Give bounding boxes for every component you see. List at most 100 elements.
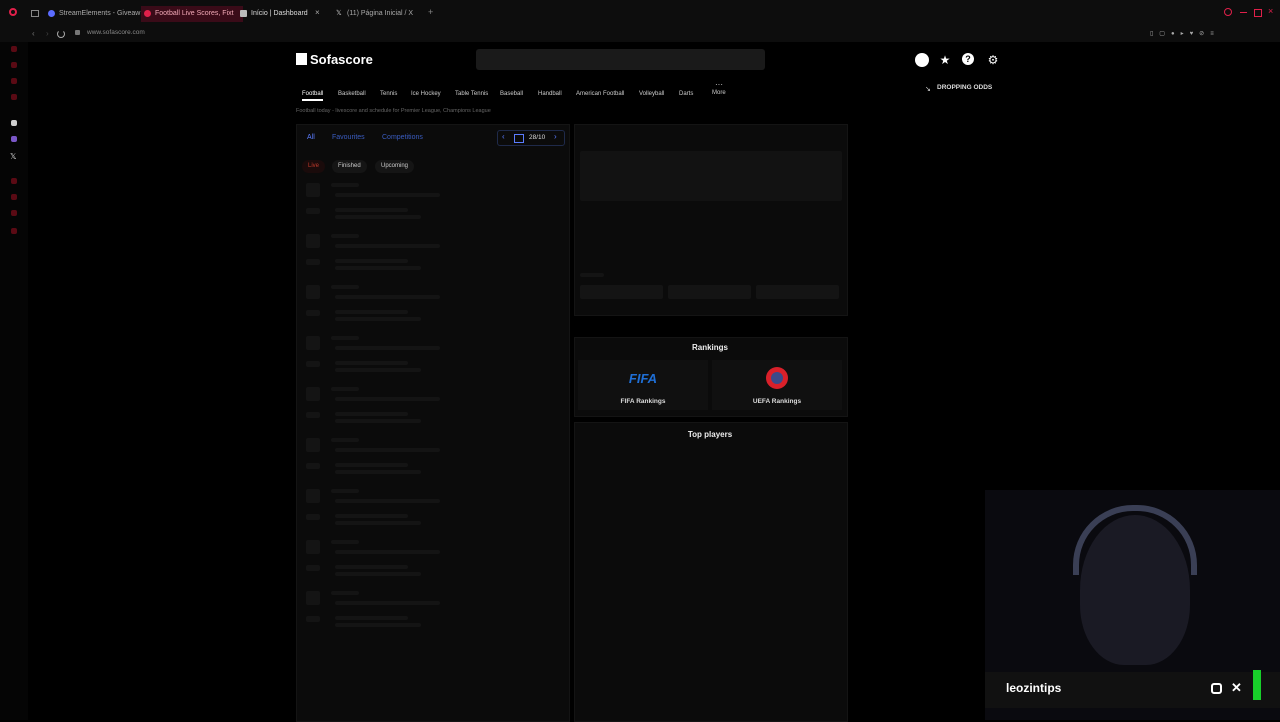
sidebar-twitch-icon[interactable] — [11, 136, 17, 142]
minimize-icon[interactable] — [1240, 12, 1247, 13]
nav-more[interactable]: More — [712, 90, 726, 96]
sofascore-logo-icon — [296, 53, 307, 65]
toolbar-icons[interactable]: ▯▢●▸♥⊘≡ — [1150, 30, 1220, 37]
star-icon[interactable]: ★ — [938, 53, 952, 67]
sidebar-whatsapp-icon[interactable] — [11, 78, 17, 84]
close-window-icon[interactable]: × — [1268, 6, 1273, 16]
tab-streamelements[interactable]: StreamElements - Giveaw — [45, 6, 147, 22]
dropping-odds-link[interactable]: DROPPING ODDS — [937, 84, 992, 91]
featured-skeleton — [580, 151, 842, 201]
top-players-title: Top players — [687, 430, 733, 439]
skeleton-flag — [306, 183, 320, 197]
date-picker[interactable]: ‹ 28/10 › — [497, 130, 565, 146]
skeleton-line — [335, 215, 421, 219]
featured-skeleton-cell — [580, 285, 663, 299]
sidebar-aria-icon[interactable] — [11, 46, 17, 52]
skeleton-line — [335, 266, 421, 270]
tab-favicon-icon — [48, 10, 55, 17]
tab-overview-icon[interactable] — [31, 10, 39, 17]
new-tab-icon[interactable]: + — [428, 7, 433, 17]
loading-icon[interactable] — [57, 30, 65, 38]
skeleton-time — [306, 565, 320, 571]
filter-all[interactable]: All — [307, 134, 315, 141]
forward-icon[interactable]: › — [46, 29, 49, 38]
tab-dashboard[interactable]: Início | Dashboard — [237, 6, 323, 22]
filter-competitions[interactable]: Competitions — [382, 134, 423, 141]
skeleton-flag — [306, 489, 320, 503]
sofascore-logo[interactable]: Sofascore — [310, 52, 373, 67]
skeleton-line — [335, 368, 421, 372]
tab-sofascore[interactable]: Football Live Scores, Fixt — [141, 6, 243, 22]
nav-american-football[interactable]: American Football — [576, 91, 624, 97]
nav-darts[interactable]: Darts — [679, 91, 693, 97]
accent-bar — [1253, 670, 1261, 700]
rankings-title: Rankings — [691, 343, 728, 352]
nav-baseball[interactable]: Baseball — [500, 91, 523, 97]
chevron-left-icon[interactable]: ‹ — [502, 132, 505, 141]
search-input[interactable] — [476, 49, 765, 70]
tab-close-icon[interactable]: × — [315, 8, 320, 17]
headset — [1073, 505, 1197, 575]
fifa-rankings-label: FIFA Rankings — [620, 398, 666, 405]
nav-volleyball[interactable]: Volleyball — [639, 91, 664, 97]
skeleton-line — [331, 438, 359, 442]
status-upcoming[interactable]: Upcoming — [375, 160, 415, 173]
filter-favourites[interactable]: Favourites — [332, 134, 365, 141]
sidebar-instagram-icon[interactable] — [11, 94, 17, 100]
skeleton-line — [331, 540, 359, 544]
opera-sidebar: 𝕏 — [0, 42, 28, 720]
skeleton-line — [331, 489, 359, 493]
skeleton-flag — [306, 234, 320, 248]
x-logo-icon: 𝕏 — [336, 10, 342, 17]
search-tabs-icon[interactable] — [1224, 8, 1232, 16]
tab-favicon-icon — [240, 10, 247, 17]
gear-icon[interactable]: ⚙ — [986, 53, 1000, 67]
nav-football[interactable]: Football — [302, 91, 324, 101]
skeleton-line — [331, 183, 359, 187]
date-label: 28/10 — [529, 134, 546, 141]
skeleton-time — [306, 310, 320, 316]
sidebar-downloads-icon[interactable] — [11, 194, 17, 200]
maximize-icon[interactable] — [1254, 9, 1262, 17]
sidebar-settings-icon[interactable] — [11, 228, 17, 234]
nav-basketball[interactable]: Basketball — [338, 91, 366, 97]
sidebar-extensions-icon[interactable] — [11, 210, 17, 216]
tab-x[interactable]: 𝕏 (11) Página Inicial / X — [333, 6, 427, 22]
skeleton-line — [335, 208, 408, 212]
nav-handball[interactable]: Handball — [538, 91, 562, 97]
skeleton-line — [335, 550, 440, 554]
skeleton-line — [331, 591, 359, 595]
skeleton-flag — [306, 336, 320, 350]
featured-skeleton-line — [580, 273, 604, 277]
skeleton-line — [335, 346, 440, 350]
url-field[interactable]: www.sofascore.com — [87, 29, 145, 36]
status-live[interactable]: Live — [302, 160, 326, 173]
skeleton-line — [335, 193, 440, 197]
skeleton-line — [335, 601, 440, 605]
back-icon[interactable]: ‹ — [32, 29, 35, 38]
skeleton-time — [306, 412, 320, 418]
sidebar-messenger-icon[interactable] — [11, 62, 17, 68]
sidebar-history-icon[interactable] — [11, 178, 17, 184]
trend-down-icon: ↘ — [925, 86, 931, 93]
tab-favicon-icon — [144, 10, 151, 17]
skeleton-time — [306, 208, 320, 214]
status-finished[interactable]: Finished — [332, 160, 367, 173]
nav-table-tennis[interactable]: Table Tennis — [455, 91, 488, 97]
sidebar-x-icon[interactable]: 𝕏 — [10, 152, 16, 161]
avatar[interactable] — [915, 53, 929, 67]
skeleton-line — [335, 310, 408, 314]
skeleton-time — [306, 361, 320, 367]
skeleton-line — [335, 572, 421, 576]
more-dots-icon[interactable]: ··· — [715, 80, 723, 89]
help-icon[interactable]: ? — [962, 53, 976, 67]
skeleton-line — [335, 463, 408, 467]
opera-logo-icon[interactable] — [9, 8, 17, 16]
chevron-right-icon[interactable]: › — [554, 132, 557, 141]
skeleton-line — [335, 397, 440, 401]
lock-icon — [75, 30, 80, 35]
nav-tennis[interactable]: Tennis — [380, 91, 397, 97]
sidebar-app-icon[interactable] — [11, 120, 17, 126]
skeleton-line — [335, 565, 408, 569]
nav-ice-hockey[interactable]: Ice Hockey — [411, 91, 441, 97]
